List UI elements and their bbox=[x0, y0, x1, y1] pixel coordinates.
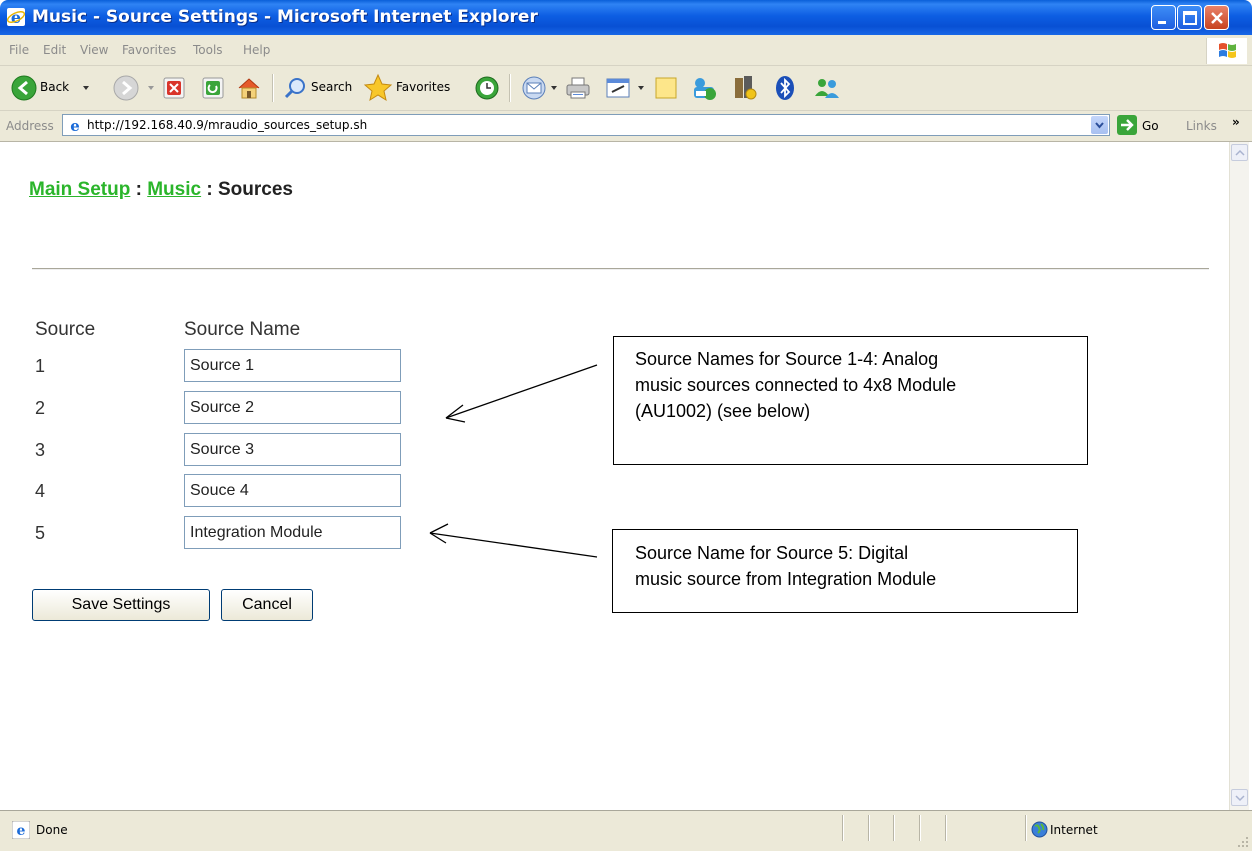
status-bar: e Done Internet bbox=[0, 810, 1252, 851]
status-separator bbox=[945, 815, 947, 841]
security-zone-label: Internet bbox=[1050, 823, 1098, 837]
status-separator bbox=[868, 815, 870, 841]
status-separator bbox=[1025, 815, 1027, 841]
browser-window: e Music - Source Settings - Microsoft In… bbox=[0, 0, 1252, 851]
status-separator bbox=[893, 815, 895, 841]
arrow-to-source-5 bbox=[429, 523, 598, 558]
svg-text:e: e bbox=[17, 823, 26, 839]
status-separator bbox=[842, 815, 844, 841]
arrow-to-sources-1-4 bbox=[445, 364, 598, 423]
page-ie-icon: e bbox=[12, 821, 30, 839]
globe-icon bbox=[1031, 821, 1048, 838]
status-separator bbox=[919, 815, 921, 841]
status-text: Done bbox=[36, 823, 68, 837]
resize-grip-icon[interactable] bbox=[1236, 835, 1250, 849]
callout-arrows bbox=[429, 364, 598, 558]
